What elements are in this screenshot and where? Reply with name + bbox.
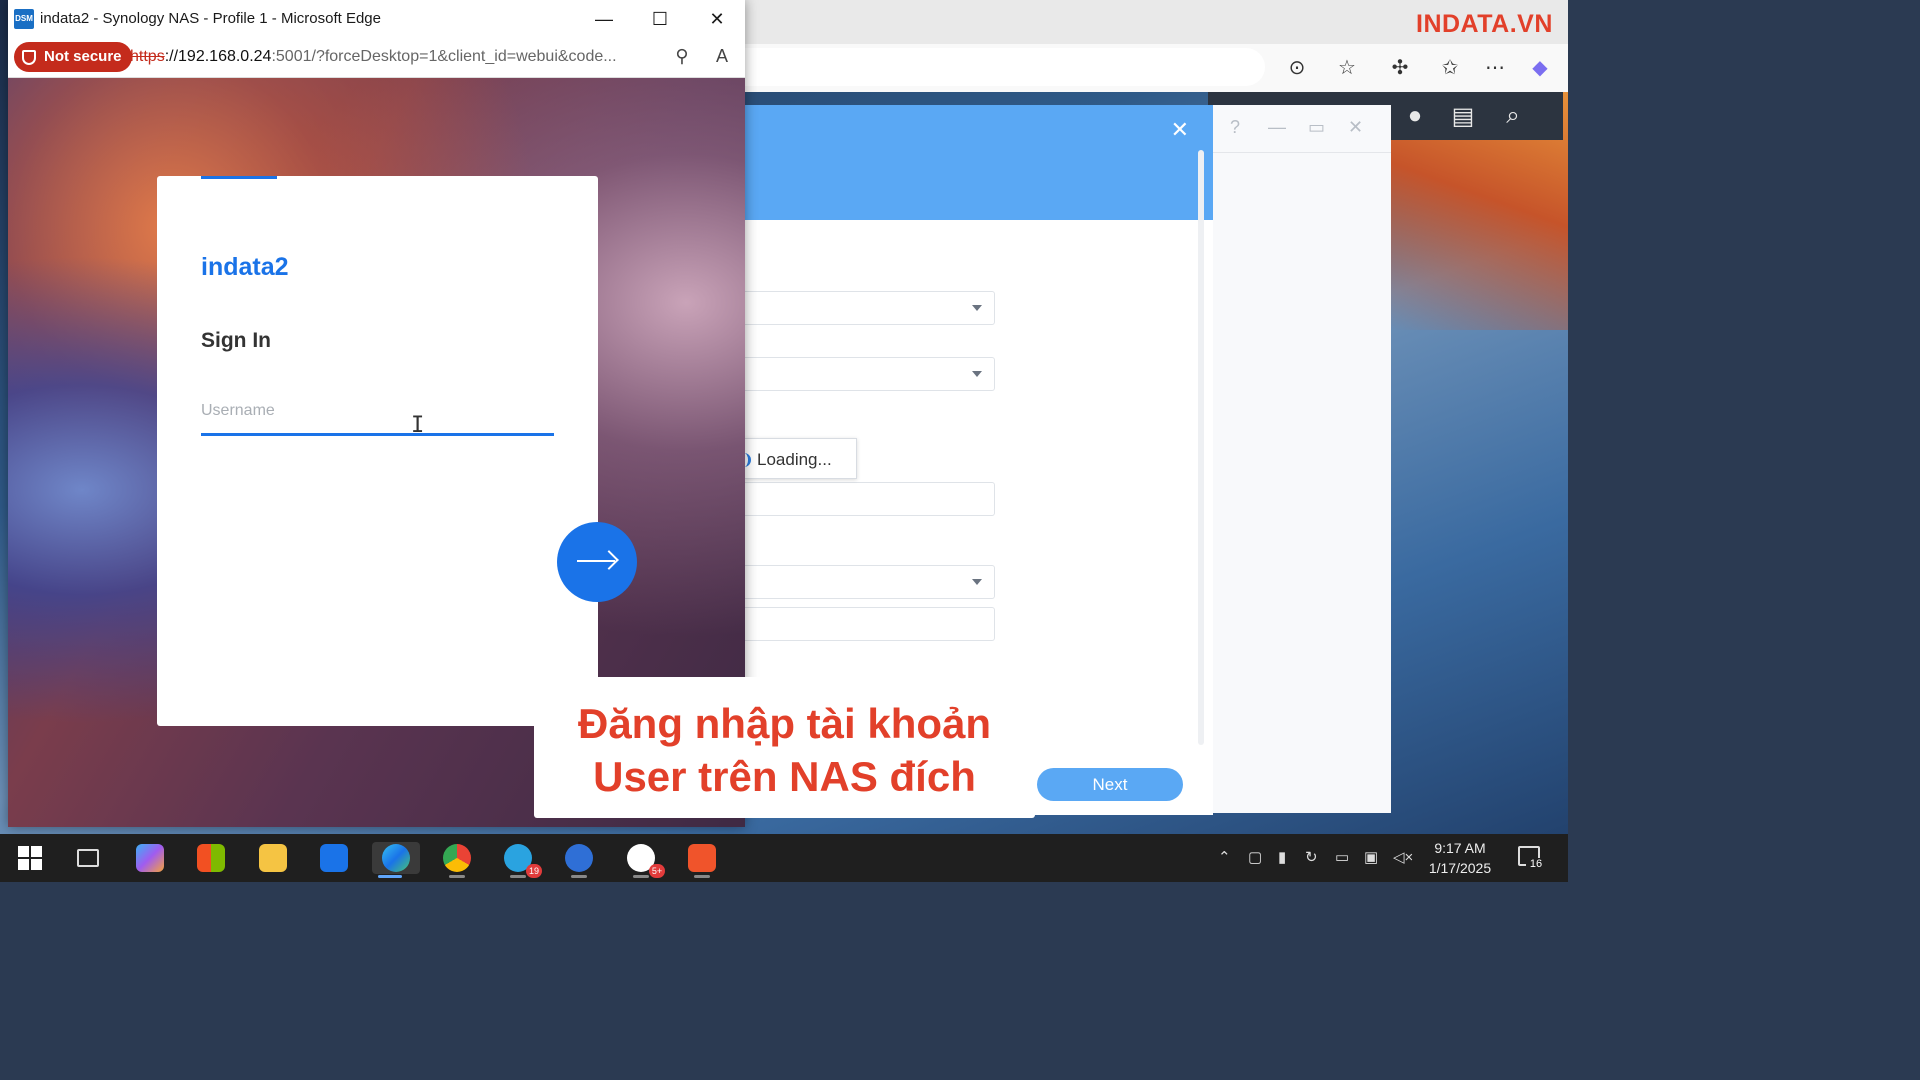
wizard-input-2[interactable] xyxy=(745,607,995,641)
text-cursor-icon: I xyxy=(411,413,425,438)
login-card: indata2 Sign In I xyxy=(157,176,598,726)
zalo-badge: 5+ xyxy=(649,864,665,878)
url-path: :5001/?forceDesktop=1&client_id=webui&co… xyxy=(271,48,617,65)
sync-icon[interactable]: ↻ xyxy=(1305,848,1318,866)
copilot-app-icon xyxy=(136,844,164,872)
folder-icon xyxy=(259,844,287,872)
zalo-taskbar-button[interactable]: 5+ xyxy=(623,842,665,878)
tutorial-caption: Đăng nhập tài khoản User trên NAS đích xyxy=(534,677,1035,818)
widgets-icon[interactable]: ▤ xyxy=(1448,102,1478,130)
dsm-logo-icon: DSM xyxy=(14,9,34,29)
caption-line-1: Đăng nhập tài khoản xyxy=(577,700,992,747)
edge-icon xyxy=(382,844,410,872)
clock-date: 1/17/2025 xyxy=(1428,860,1492,876)
not-secure-label: Not secure xyxy=(44,48,122,65)
url-host: ://192.168.0.24 xyxy=(164,48,272,65)
loading-text: Loading... xyxy=(757,450,832,469)
task-view-button[interactable] xyxy=(70,842,106,874)
reading-mode-icon[interactable]: ⊙ xyxy=(1285,56,1309,80)
chevron-down-icon xyxy=(972,371,982,377)
sign-in-heading: Sign In xyxy=(201,329,271,352)
caption-line-2: User trên NAS đích xyxy=(593,753,976,800)
chevron-down-icon xyxy=(972,305,982,311)
wizard-select-2[interactable] xyxy=(745,357,995,391)
synology-finder-taskbar-button[interactable] xyxy=(561,842,597,878)
wizard-header: ✕ xyxy=(745,105,1213,220)
url-scheme: https xyxy=(130,48,165,65)
wizard-input-1[interactable] xyxy=(745,482,995,516)
minimize-icon[interactable]: — xyxy=(1268,117,1286,138)
address-bar[interactable]: Not secure https://192.168.0.24:5001/?fo… xyxy=(8,38,745,78)
username-input[interactable] xyxy=(201,388,554,436)
chrome-icon xyxy=(443,844,471,872)
telegram-badge: 19 xyxy=(526,864,542,878)
meet-now-icon[interactable]: ▢ xyxy=(1248,848,1262,866)
wizard-select-3[interactable] xyxy=(745,565,995,599)
arrow-right-icon xyxy=(577,560,615,562)
user-icon[interactable]: ● xyxy=(1400,102,1430,130)
read-aloud-icon[interactable]: A xyxy=(710,46,734,70)
help-icon[interactable]: ? xyxy=(1230,117,1240,138)
windows-logo-icon xyxy=(16,844,44,872)
synology-finder-icon xyxy=(565,844,593,872)
maximize-icon[interactable]: ▭ xyxy=(1308,117,1325,138)
copilot-taskbar-button[interactable] xyxy=(132,842,168,874)
windows-taskbar: 19 5+ ⌃ ▢ ▮ ↻ ▭ ▣ ◁× 9:17 AM 1/17/2025 1… xyxy=(0,834,1568,882)
background-address-bar[interactable] xyxy=(745,48,1265,86)
chevron-down-icon xyxy=(972,579,982,585)
system-clock[interactable]: 9:17 AM 1/17/2025 xyxy=(1420,838,1500,878)
task-view-icon xyxy=(77,849,99,867)
camtasia-icon xyxy=(688,844,716,872)
maximize-window-icon[interactable]: ☐ xyxy=(640,6,680,32)
background-toolbar: ⊙ ☆ ✣ ✩ ⋯ ◆ xyxy=(745,44,1568,92)
window-titlebar[interactable]: DSM indata2 - Synology NAS - Profile 1 -… xyxy=(8,0,745,38)
microphone-icon[interactable]: ▮ xyxy=(1278,848,1286,866)
window-title: indata2 - Synology NAS - Profile 1 - Mic… xyxy=(40,10,381,27)
watermark-logo: INDATA.VN xyxy=(1416,10,1553,38)
clock-time: 9:17 AM xyxy=(1434,840,1486,856)
minimize-window-icon[interactable]: — xyxy=(584,6,624,32)
explorer-taskbar-button[interactable] xyxy=(255,842,291,874)
battery-icon[interactable]: ▭ xyxy=(1335,848,1349,866)
close-window-icon[interactable]: ✕ xyxy=(697,6,737,32)
not-secure-badge[interactable]: Not secure xyxy=(14,42,132,72)
chrome-taskbar-button[interactable] xyxy=(439,842,475,878)
more-menu-icon[interactable]: ⋯ xyxy=(1483,56,1507,80)
extensions-icon[interactable]: ✣ xyxy=(1388,56,1412,80)
edge-taskbar-button[interactable] xyxy=(372,842,420,878)
store-taskbar-button[interactable] xyxy=(193,842,229,874)
close-icon[interactable]: ✕ xyxy=(1348,117,1363,138)
store-icon xyxy=(197,844,225,872)
search-icon[interactable]: ⌕ xyxy=(1498,102,1528,130)
telegram-taskbar-button[interactable]: 19 xyxy=(500,842,542,878)
network-icon[interactable]: ▣ xyxy=(1364,848,1378,866)
next-button[interactable]: Next xyxy=(1037,768,1183,801)
shield-icon xyxy=(22,50,36,65)
wizard-close-icon[interactable]: ✕ xyxy=(1171,117,1189,143)
camtasia-taskbar-button[interactable] xyxy=(684,842,720,878)
volume-muted-icon[interactable]: ◁× xyxy=(1393,848,1413,866)
favorite-star-icon[interactable]: ☆ xyxy=(1335,56,1359,80)
card-accent-bar xyxy=(201,176,277,179)
url-text[interactable]: https://192.168.0.24:5001/?forceDesktop=… xyxy=(130,48,617,66)
loading-indicator: Loading... xyxy=(745,438,857,479)
favorites-icon[interactable]: ✩ xyxy=(1438,56,1462,80)
notification-count: 16 xyxy=(1526,858,1546,874)
wizard-select-1[interactable] xyxy=(745,291,995,325)
zoom-icon[interactable]: ⚲ xyxy=(670,46,694,70)
background-dialog: ? — ▭ ✕ xyxy=(1210,105,1391,813)
outlook-taskbar-button[interactable] xyxy=(316,842,352,874)
copilot-icon[interactable]: ◆ xyxy=(1528,56,1552,80)
tray-overflow-chevron-icon[interactable]: ⌃ xyxy=(1218,848,1231,866)
wizard-scrollbar[interactable] xyxy=(1198,150,1204,745)
sign-in-next-button[interactable] xyxy=(557,522,637,602)
nas-hostname: indata2 xyxy=(201,253,289,281)
background-dialog-titlebar: ? — ▭ ✕ xyxy=(1210,105,1391,153)
start-button[interactable] xyxy=(12,842,48,874)
outlook-icon xyxy=(320,844,348,872)
